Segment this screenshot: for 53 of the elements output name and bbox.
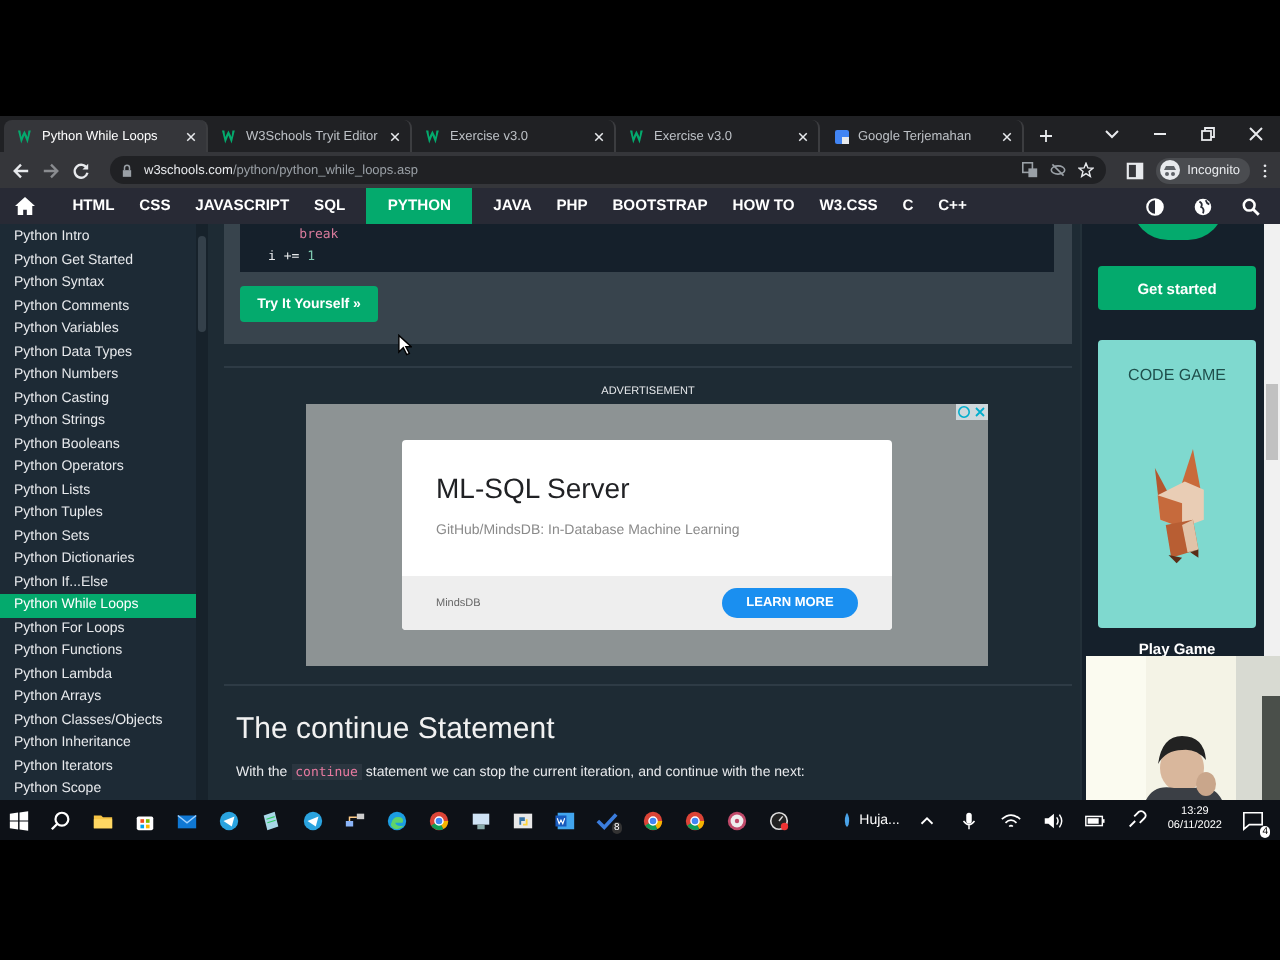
globe-icon[interactable] (1194, 197, 1212, 215)
incognito-icon (1159, 160, 1180, 180)
close-icon[interactable] (594, 131, 604, 141)
w3schools-logo-icon (630, 129, 646, 143)
forward-icon[interactable] (42, 161, 60, 179)
contrast-icon[interactable] (1146, 197, 1164, 215)
card-title: CODE GAME (1128, 366, 1226, 384)
link-icon[interactable] (1125, 809, 1148, 831)
windows-start-icon[interactable] (8, 809, 30, 831)
network-icon[interactable] (344, 809, 366, 831)
mail-icon[interactable] (176, 809, 198, 831)
w3schools-logo-icon (222, 129, 238, 143)
home-icon[interactable] (14, 196, 36, 216)
close-icon[interactable] (798, 131, 808, 141)
microphone-icon[interactable] (957, 809, 980, 831)
search-icon[interactable] (50, 809, 72, 831)
star-icon[interactable] (1077, 162, 1094, 178)
computer-icon[interactable] (470, 809, 492, 831)
restore-icon[interactable] (1200, 126, 1216, 142)
close-icon[interactable] (1002, 131, 1012, 141)
close-icon[interactable] (1248, 126, 1264, 142)
gauge-icon[interactable] (767, 809, 790, 831)
volume-icon[interactable] (1041, 809, 1064, 831)
telegram-icon[interactable] (218, 809, 240, 831)
chrome-icon[interactable] (683, 809, 706, 831)
edge-icon[interactable] (386, 809, 408, 831)
close-icon[interactable] (390, 131, 400, 141)
message-icon (1242, 809, 1264, 831)
ad-title: ML-SQL Server (436, 472, 632, 504)
w3schools-logo-icon (426, 129, 442, 143)
word-icon[interactable] (554, 809, 576, 831)
notepad-icon[interactable] (260, 809, 282, 831)
reload-icon[interactable] (72, 161, 90, 179)
cursor-icon (398, 334, 412, 356)
lock-icon (122, 163, 132, 177)
w3schools-logo-icon (18, 129, 34, 143)
scrollbar-thumb[interactable] (1266, 384, 1278, 460)
disc-icon[interactable] (725, 809, 748, 831)
search-icon[interactable] (1242, 197, 1260, 215)
new-tab-icon[interactable] (1040, 130, 1052, 142)
eye-slash-icon[interactable] (1049, 162, 1066, 178)
chrome-icon[interactable] (428, 809, 450, 831)
back-icon[interactable] (12, 161, 30, 179)
chevron-down-icon[interactable] (1104, 126, 1120, 142)
checkmark-icon[interactable] (596, 809, 618, 831)
close-icon[interactable] (186, 131, 196, 141)
wifi-icon[interactable] (999, 809, 1022, 831)
game-card[interactable]: CODE GAME (1098, 340, 1256, 628)
section-heading: The continue Statement (236, 712, 557, 746)
telegram-icon[interactable] (302, 809, 324, 831)
chrome-icon[interactable] (641, 809, 664, 831)
side-panel-icon[interactable] (1125, 161, 1144, 179)
more-icon[interactable] (1262, 161, 1268, 179)
